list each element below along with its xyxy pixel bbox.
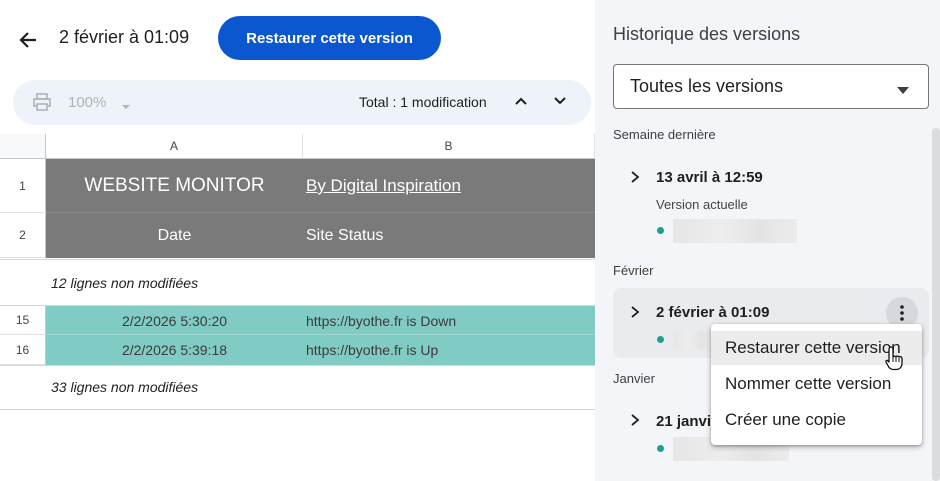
changed-status-cell[interactable]: https://byothe.fr is Down xyxy=(306,306,456,335)
version-title: 2 février à 01:09 xyxy=(59,27,190,47)
editor-name-redacted xyxy=(673,219,797,243)
section-label-january: Janvier xyxy=(613,371,655,386)
menu-item-make-copy[interactable]: Créer une copie xyxy=(711,403,922,437)
panel-scrollbar[interactable] xyxy=(932,128,940,481)
column-header-a[interactable]: A xyxy=(46,134,303,159)
print-icon[interactable] xyxy=(32,92,52,112)
zoom-caret-icon[interactable] xyxy=(121,98,131,109)
version-item-title[interactable]: 21 janvi xyxy=(656,413,711,430)
sheet-link-cell[interactable]: By Digital Inspiration xyxy=(306,159,461,213)
version-item-title[interactable]: 13 avril à 12:59 xyxy=(656,169,763,186)
sheet-title-cell[interactable]: WEBSITE MONITOR xyxy=(46,159,303,213)
select-all-corner[interactable] xyxy=(0,134,46,159)
expand-chevron-icon[interactable] xyxy=(629,305,641,319)
dropdown-caret-icon[interactable] xyxy=(897,82,909,94)
next-change-icon[interactable] xyxy=(552,93,568,109)
previous-change-icon[interactable] xyxy=(513,93,529,109)
expand-chevron-icon[interactable] xyxy=(629,170,641,184)
panel-title: Historique des versions xyxy=(613,24,801,44)
editor-color-dot xyxy=(657,227,664,234)
divider xyxy=(0,259,595,260)
hand-cursor-icon xyxy=(884,345,906,371)
editor-color-dot xyxy=(657,445,664,452)
unchanged-rows-before[interactable]: 12 lignes non modifiées xyxy=(51,275,198,291)
expand-chevron-icon[interactable] xyxy=(629,413,641,427)
divider xyxy=(0,365,595,366)
version-filter-value[interactable]: Toutes les versions xyxy=(630,76,783,97)
divider xyxy=(0,409,595,410)
row-header-1[interactable]: 1 xyxy=(0,159,46,213)
changed-status-cell[interactable]: https://byothe.fr is Up xyxy=(306,335,438,365)
date-header-cell[interactable]: Date xyxy=(46,213,303,258)
unchanged-rows-after[interactable]: 33 lignes non modifiées xyxy=(51,379,198,395)
version-item-title[interactable]: 2 février à 01:09 xyxy=(656,304,769,321)
column-header-b[interactable]: B xyxy=(303,134,595,159)
restore-version-button[interactable]: Restaurer cette version xyxy=(218,16,441,60)
total-changes-label: Total : 1 modification xyxy=(359,94,487,110)
row-header-16[interactable]: 16 xyxy=(0,335,46,365)
menu-item-name-version[interactable]: Nommer cette version xyxy=(711,367,922,401)
section-label-last-week: Semaine dernière xyxy=(613,127,716,142)
changed-date-cell[interactable]: 2/2/2026 5:30:20 xyxy=(46,306,303,335)
current-version-label: Version actuelle xyxy=(656,197,748,212)
back-arrow-icon[interactable] xyxy=(14,26,42,54)
row-header-2[interactable]: 2 xyxy=(0,213,46,258)
editor-name-redacted xyxy=(673,331,713,349)
site-status-header-cell[interactable]: Site Status xyxy=(306,213,383,258)
section-label-february: Février xyxy=(613,263,654,278)
row-header-15[interactable]: 15 xyxy=(0,306,46,335)
editor-color-dot xyxy=(657,336,664,343)
zoom-select[interactable]: 100% xyxy=(68,94,106,111)
changed-date-cell[interactable]: 2/2/2026 5:39:18 xyxy=(46,335,303,365)
